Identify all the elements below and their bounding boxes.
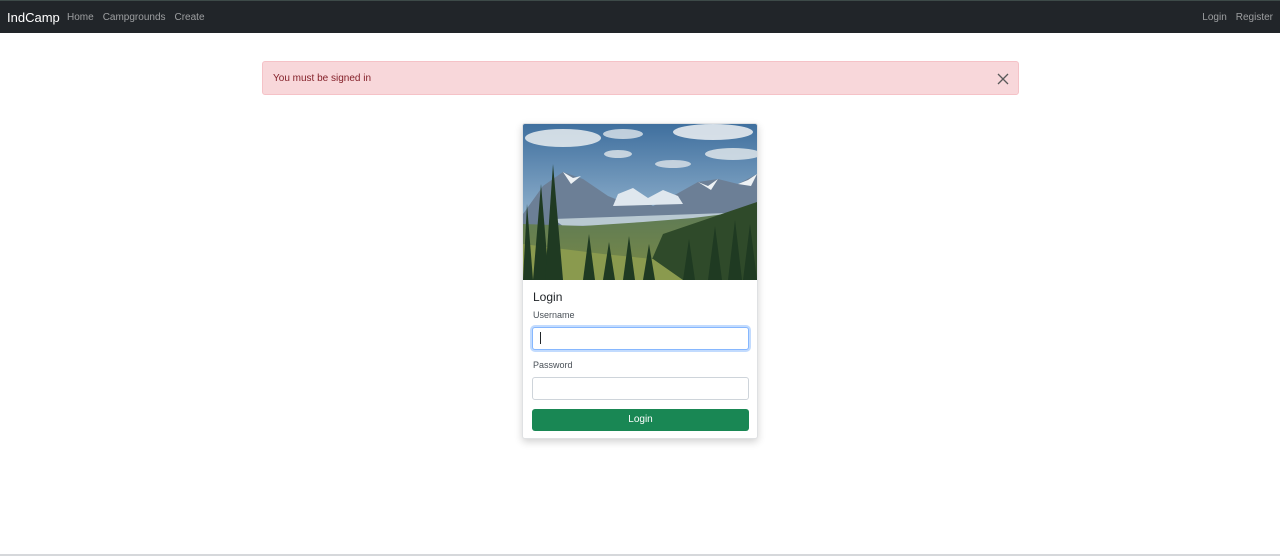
mountain-landscape-image xyxy=(523,124,757,280)
login-card: Login Username Password Login xyxy=(522,123,758,439)
alert-message: You must be signed in xyxy=(273,73,372,84)
login-title: Login xyxy=(533,290,563,304)
nav-links-right: Login Register xyxy=(1202,12,1280,24)
password-label: Password xyxy=(533,360,573,370)
nav-links-left: Home Campgrounds Create xyxy=(67,12,214,24)
flash-alert: You must be signed in xyxy=(262,61,1019,95)
password-input[interactable] xyxy=(532,377,749,400)
username-input[interactable] xyxy=(532,327,749,350)
username-label: Username xyxy=(533,310,575,320)
top-navbar: IndCamp Home Campgrounds Create Login Re… xyxy=(0,0,1280,33)
brand-link[interactable]: IndCamp xyxy=(7,10,60,25)
nav-login-link[interactable]: Login xyxy=(1202,12,1226,24)
nav-create-link[interactable]: Create xyxy=(175,12,205,24)
text-caret xyxy=(540,332,541,344)
nav-register-link[interactable]: Register xyxy=(1236,12,1273,24)
nav-campgrounds-link[interactable]: Campgrounds xyxy=(103,12,166,24)
login-submit-button[interactable]: Login xyxy=(532,409,749,431)
close-icon[interactable] xyxy=(997,72,1009,85)
nav-home-link[interactable]: Home xyxy=(67,12,94,24)
